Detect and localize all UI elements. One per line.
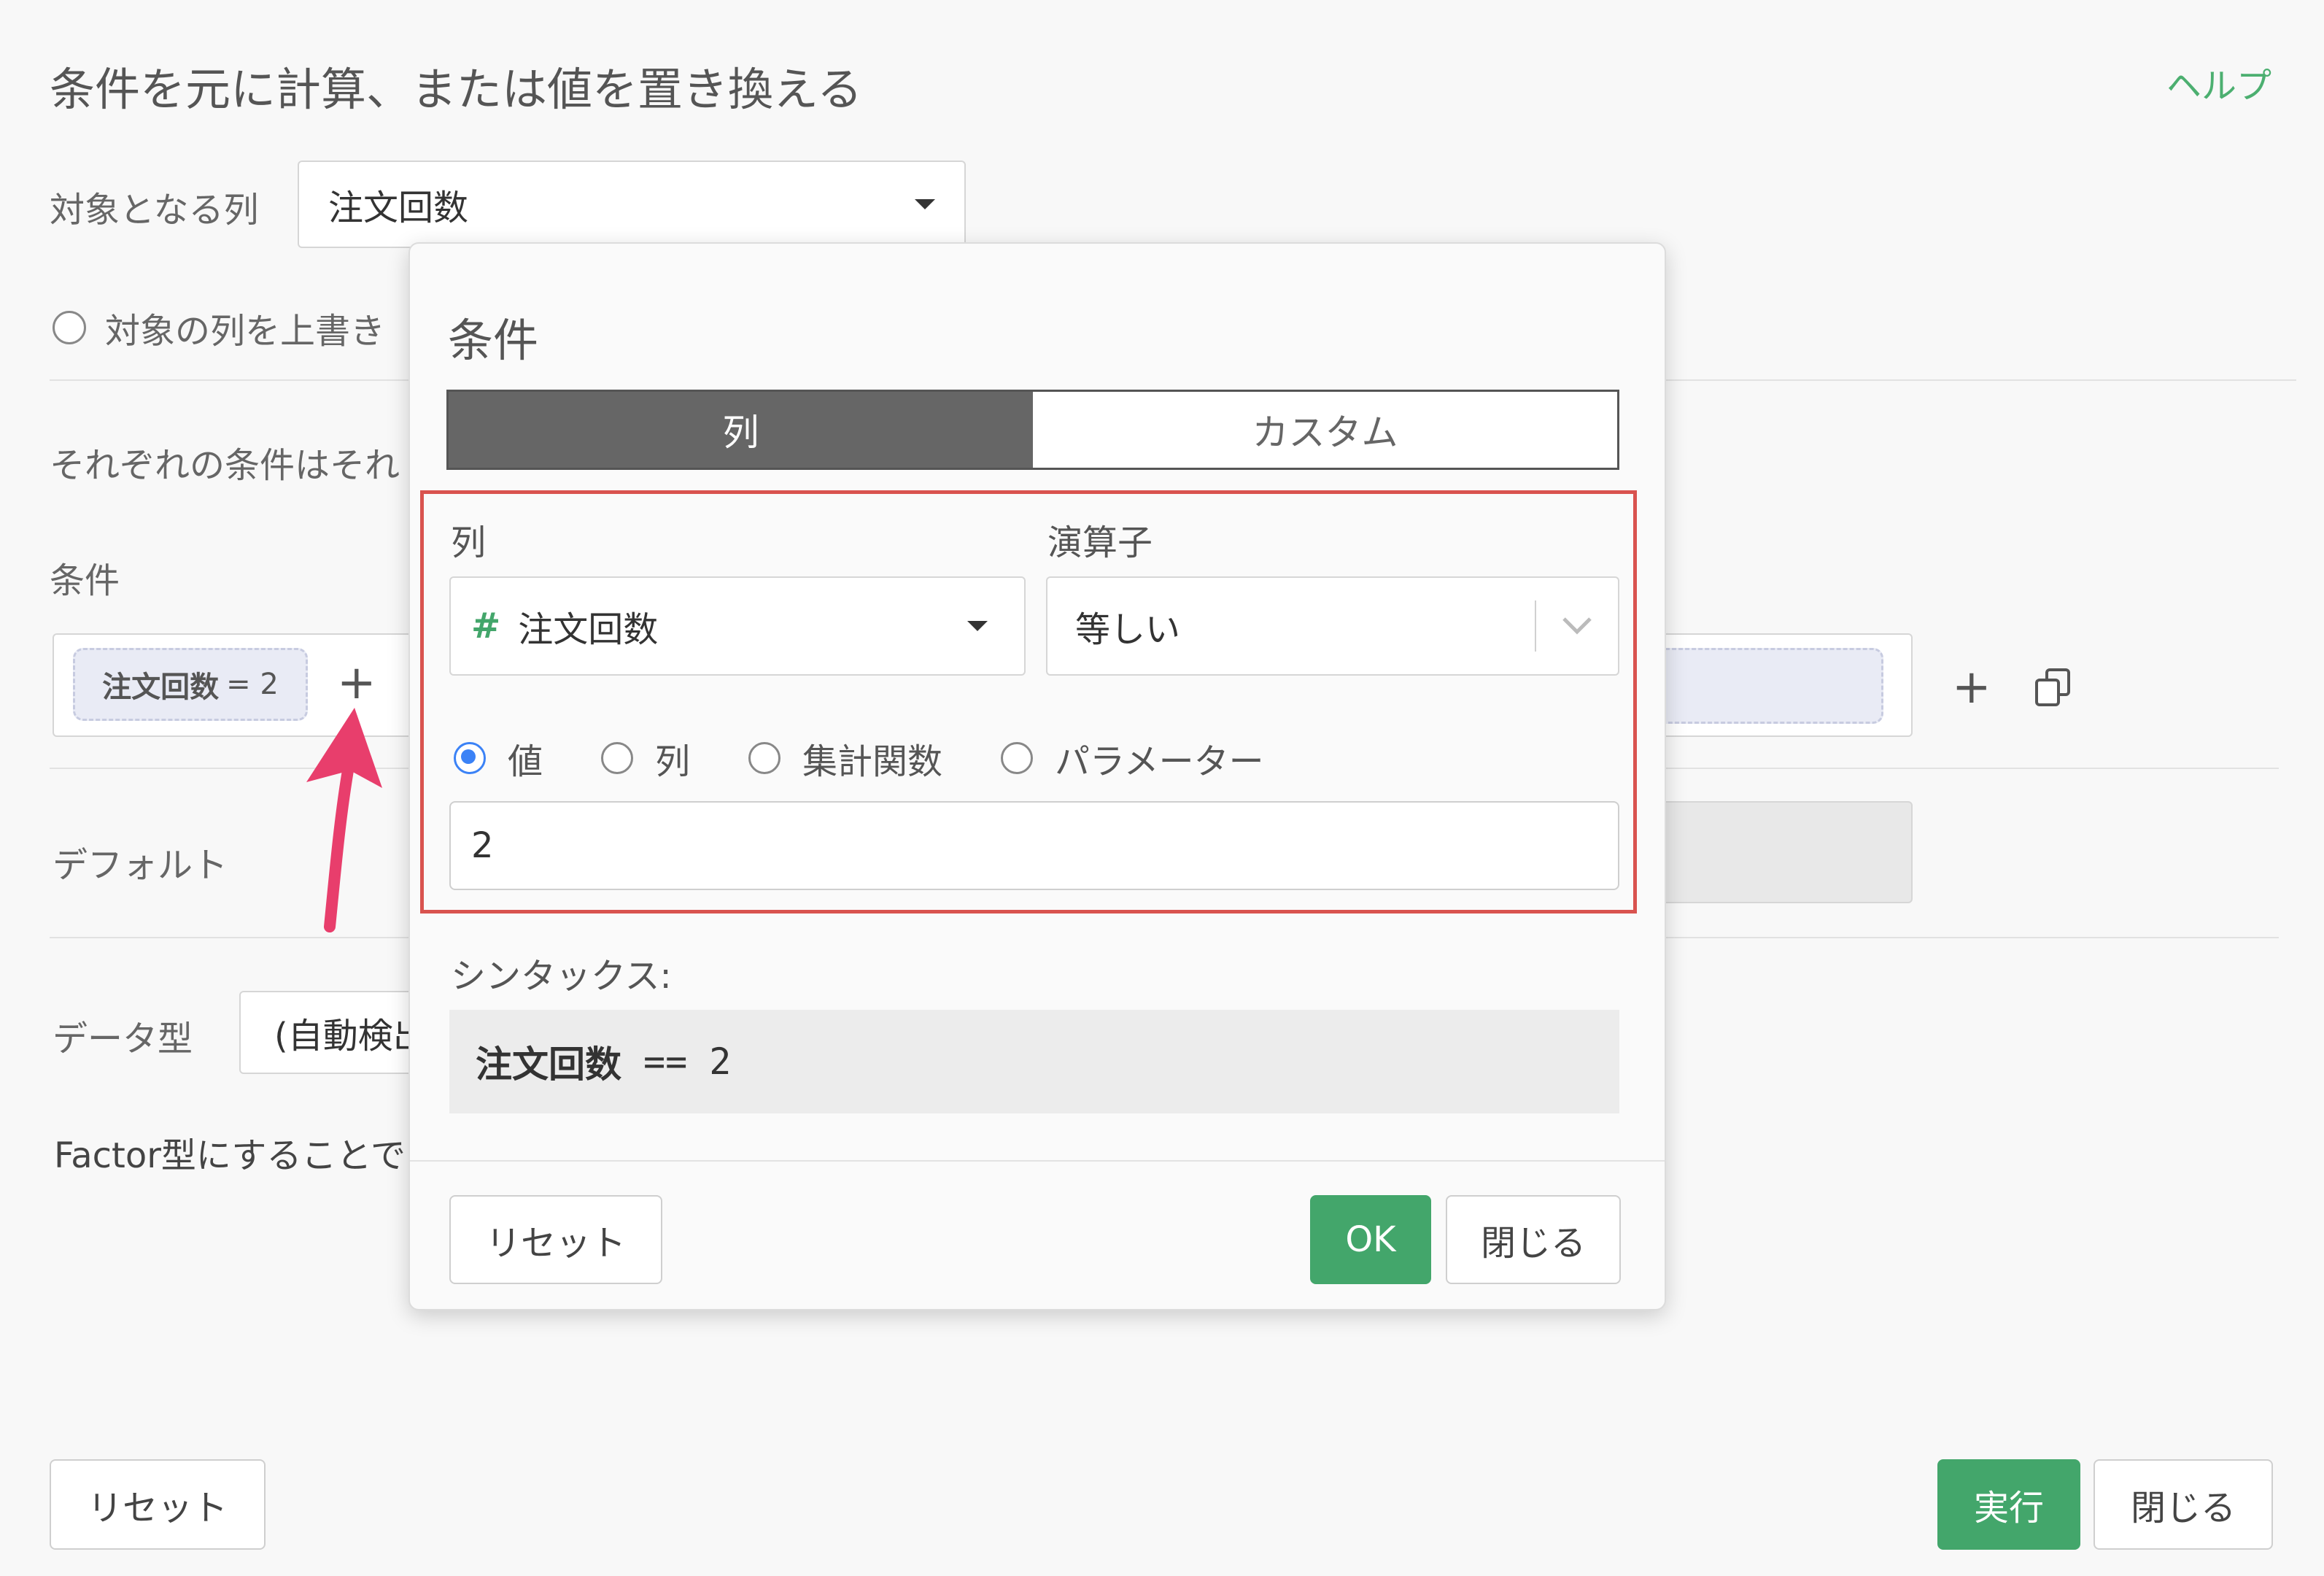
close-button[interactable]: 閉じる (2093, 1459, 2273, 1550)
factor-note: Factor型にすることで (54, 1135, 406, 1176)
add-condition-plus-icon[interactable]: + (337, 660, 376, 706)
radio-parameter[interactable] (1001, 742, 1034, 774)
chevron-down-icon (967, 621, 988, 631)
default-input[interactable] (1649, 801, 1913, 903)
chevron-down-icon (915, 199, 935, 209)
tab-custom[interactable]: カスタム (1033, 392, 1617, 468)
condition-mode-tabs: 列 カスタム (446, 390, 1619, 470)
modal-title: 条件 (448, 314, 539, 367)
data-type-value: (自動検出 (274, 1016, 428, 1057)
condition-tag[interactable]: 注文回数 = 2 (73, 648, 308, 721)
help-link[interactable]: ヘルプ (2166, 57, 2271, 108)
target-column-select[interactable]: 注文回数 (298, 161, 966, 248)
default-label: デフォルト (53, 845, 228, 886)
page-title: 条件を元に計算、または値を置き換える (50, 63, 863, 116)
add-condition-row-icon[interactable]: + (1952, 664, 1991, 711)
syntax-preview: 注文回数 == 2 (449, 1010, 1619, 1113)
data-type-label: データ型 (53, 1019, 193, 1059)
radio-column-label: 列 (655, 741, 691, 782)
overwrite-radio[interactable] (53, 311, 86, 344)
annotation-arrow-icon (306, 708, 382, 932)
modal-column-value: 注文回数 (518, 609, 659, 650)
ok-button[interactable]: OK (1310, 1195, 1431, 1284)
condition-drop-area[interactable] (1649, 648, 1883, 724)
operator-value: 等しい (1075, 609, 1181, 650)
radio-value[interactable] (454, 742, 486, 774)
condition-tag-column: 注文回数 (102, 671, 220, 704)
syntax-column: 注文回数 (476, 1043, 621, 1086)
radio-aggregate-label: 集計関数 (802, 741, 943, 782)
condition-tag-op-value: = 2 (226, 668, 279, 701)
radio-value-label: 値 (508, 741, 543, 782)
reset-button[interactable]: リセット (50, 1459, 266, 1550)
select-separator (1535, 600, 1536, 652)
modal-footer-divider (410, 1160, 1665, 1162)
value-type-radio-group: 値 列 集計関数 パラメーター (454, 733, 1264, 784)
tab-column[interactable]: 列 (449, 392, 1033, 468)
value-input[interactable]: 2 (449, 801, 1619, 890)
condition-modal: 条件 列 カスタム 列 演算子 # 注文回数 等しい 値 列 集計関数 パラメー… (408, 242, 1666, 1310)
syntax-label: シンタックス: (451, 956, 672, 997)
radio-aggregate[interactable] (748, 742, 781, 774)
target-column-label: 対象となる列 (50, 190, 259, 231)
radio-column[interactable] (601, 742, 634, 774)
copy-icon[interactable] (2035, 668, 2070, 708)
numeric-type-icon: # (471, 606, 501, 646)
target-column-value: 注文回数 (328, 188, 469, 228)
operator-label: 演算子 (1047, 522, 1153, 563)
overwrite-option[interactable]: 対象の列を上書き (53, 302, 385, 353)
operator-select[interactable]: 等しい (1046, 576, 1619, 676)
modal-column-select[interactable]: # 注文回数 (449, 576, 1026, 676)
conditions-label: 条件 (50, 560, 120, 601)
chevron-down-icon (1562, 617, 1592, 635)
syntax-expression: == 2 (643, 1040, 732, 1083)
modal-reset-button[interactable]: リセット (449, 1195, 662, 1284)
radio-parameter-label: パラメーター (1055, 741, 1264, 782)
condition-description: それぞれの条件はそれ (50, 445, 400, 486)
modal-column-label: 列 (451, 522, 487, 563)
modal-close-button[interactable]: 閉じる (1446, 1195, 1621, 1284)
overwrite-label: 対象の列を上書き (105, 311, 386, 352)
run-button[interactable]: 実行 (1937, 1459, 2080, 1550)
